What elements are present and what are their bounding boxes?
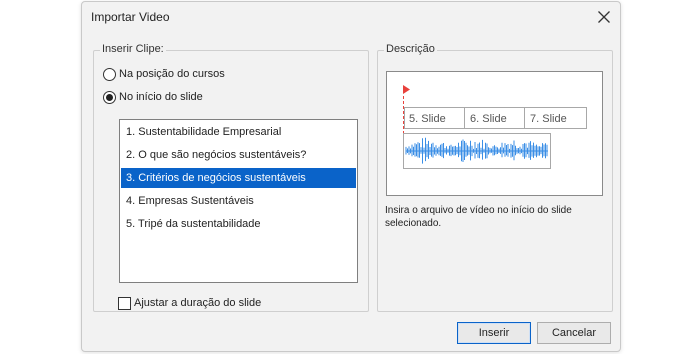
slide-list-item[interactable]: 2. O que são negócios sustentáveis?	[121, 145, 356, 165]
slide-list-item-selected[interactable]: 3. Critérios de negócios sustentáveis	[121, 168, 356, 188]
preview-slide-label: 6. Slide	[470, 113, 507, 125]
description-group: Descrição 5. Slide 6. Slide 7. Slide Ins…	[377, 43, 613, 312]
radio-cursor-position-label: Na posição do cursos	[119, 68, 225, 80]
adjust-duration-label: Ajustar a duração do slide	[134, 297, 262, 309]
radio-slide-start-button[interactable]	[103, 90, 116, 104]
cancel-button[interactable]: Cancelar	[537, 322, 611, 344]
slide-list-item[interactable]: 1. Sustentabilidade Empresarial	[121, 122, 356, 142]
radio-cursor-position-button[interactable]	[103, 67, 116, 81]
radio-slide-start[interactable]: No início do slide	[103, 89, 203, 105]
preview-slide-label: 5. Slide	[409, 113, 446, 125]
radio-cursor-position[interactable]: Na posição do cursos	[103, 66, 225, 82]
slide-list-item[interactable]: 4. Empresas Sustentáveis	[121, 191, 356, 211]
title-bar: Importar Video	[82, 2, 620, 33]
insert-marker-icon	[403, 85, 410, 94]
insert-button[interactable]: Inserir	[457, 322, 531, 344]
slide-list-item[interactable]: 5. Tripé da sustentabilidade	[121, 214, 356, 234]
dialog-title: Importar Video	[91, 10, 170, 24]
insert-preview-illustration: 5. Slide 6. Slide 7. Slide	[386, 71, 603, 196]
slide-list[interactable]: 1. Sustentabilidade Empresarial 2. O que…	[119, 119, 358, 283]
description-text: Insira o arquivo de vídeo no início do s…	[385, 205, 572, 229]
preview-slide-label: 7. Slide	[530, 113, 567, 125]
timeline-illustration: 5. Slide 6. Slide 7. Slide	[403, 85, 587, 169]
import-video-dialog: Importar Video Inserir Clipe: Na posição…	[81, 1, 621, 352]
insert-clip-group: Inserir Clipe: Na posição do cursos No i…	[93, 43, 369, 312]
insert-clip-legend: Inserir Clipe:	[100, 43, 166, 55]
radio-slide-start-label: No início do slide	[119, 91, 203, 103]
adjust-duration-checkbox-row[interactable]: Ajustar a duração do slide	[118, 295, 261, 311]
close-icon	[598, 11, 610, 23]
close-button[interactable]	[594, 7, 614, 27]
description-legend: Descrição	[384, 43, 437, 55]
adjust-duration-checkbox[interactable]	[118, 296, 131, 310]
